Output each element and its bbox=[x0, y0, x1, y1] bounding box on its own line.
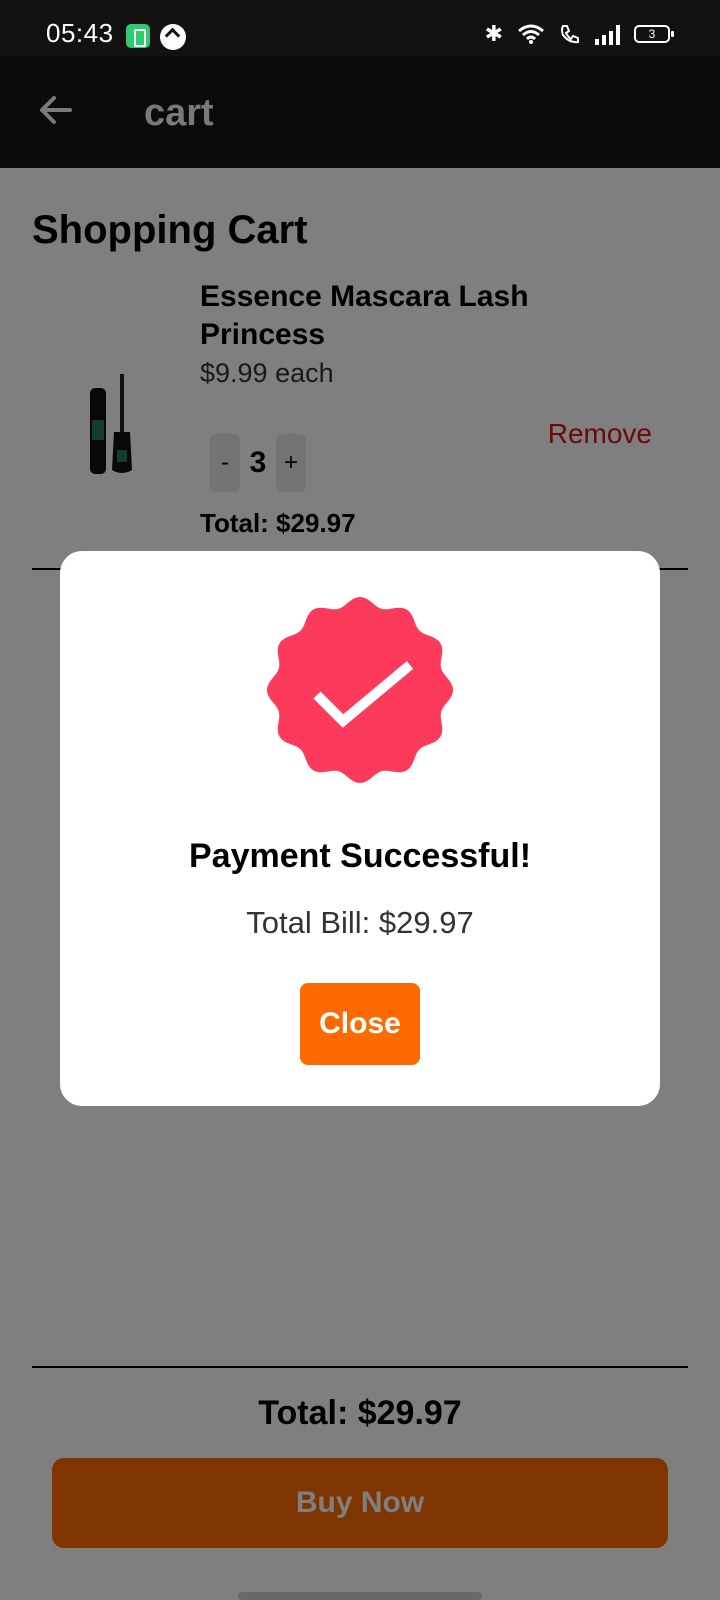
app-bar-title: cart bbox=[144, 92, 214, 134]
status-time: 05:43 bbox=[46, 18, 114, 48]
wifi-calling-icon bbox=[561, 25, 579, 44]
modal-title: Payment Successful! bbox=[188, 837, 532, 875]
status-bar: 05:43 ✱ 3 bbox=[0, 0, 720, 56]
wifi-icon bbox=[518, 24, 544, 44]
payment-success-dialog: Payment Successful! Total Bill: $29.97 C… bbox=[60, 551, 660, 1106]
app-notification-icon bbox=[160, 24, 186, 50]
battery-level: 3 bbox=[648, 27, 656, 41]
battery-icon: 3 bbox=[634, 25, 674, 43]
cell-signal-icon bbox=[595, 23, 620, 45]
close-button[interactable]: Close bbox=[300, 983, 420, 1065]
back-arrow-icon[interactable] bbox=[36, 90, 76, 130]
success-check-badge-icon bbox=[267, 597, 453, 783]
app-bar: cart bbox=[0, 56, 720, 168]
battery-saver-icon bbox=[126, 24, 150, 48]
bluetooth-icon: ✱ bbox=[484, 21, 503, 46]
status-icons: ✱ 3 bbox=[484, 20, 674, 48]
modal-total-bill: Total Bill: $29.97 bbox=[246, 905, 474, 940]
